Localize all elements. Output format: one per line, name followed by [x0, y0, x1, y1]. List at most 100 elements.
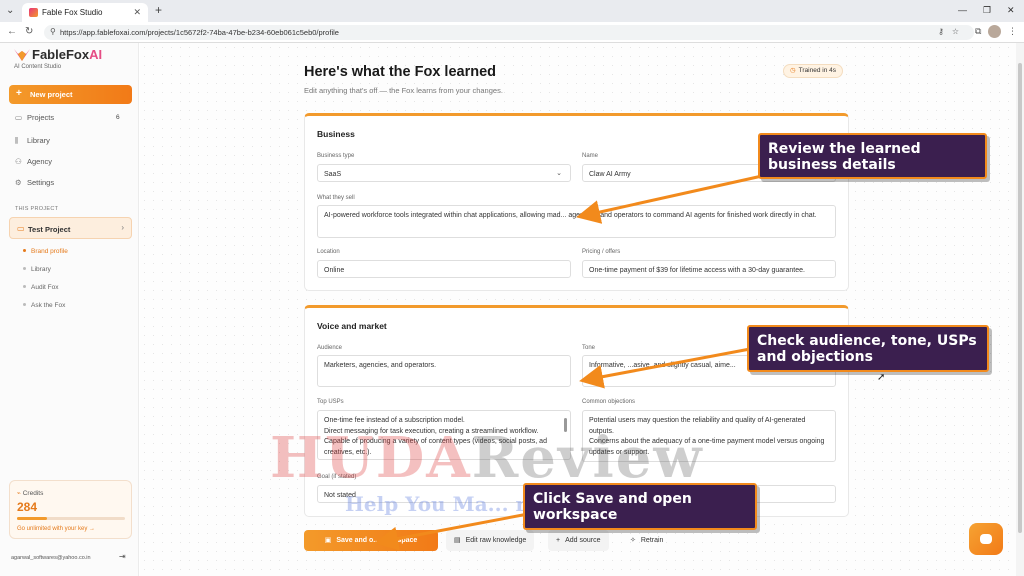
name-value: Claw AI Army [589, 171, 631, 178]
key-icon[interactable]: ⚷ [938, 27, 944, 36]
tab-list-chevron-icon[interactable]: ⌄ [6, 5, 14, 16]
add-source-label: Add source [565, 537, 601, 544]
page-scrollbar[interactable] [1016, 43, 1024, 576]
edit-raw-knowledge-button[interactable]: ▤ Edit raw knowledge [446, 530, 535, 551]
chevron-right-icon: › [121, 223, 124, 232]
folder-icon: ▭ [17, 224, 25, 233]
site-info-icon[interactable]: ⚲ [50, 27, 56, 36]
location-value: Online [324, 267, 345, 274]
business-type-select[interactable]: SaaS ⌄ [317, 164, 571, 182]
watermark-part-b: Review [471, 425, 704, 491]
app-logo[interactable]: FableFoxAI [32, 47, 102, 62]
page-title: Here's what the Fox learned [304, 64, 497, 80]
credits-progress-bar [17, 517, 125, 520]
what-they-sell-field[interactable]: AI-powered workforce tools integrated wi… [317, 205, 836, 238]
fox-logo-icon [14, 49, 30, 61]
sub-item-audit-fox[interactable]: Audit Fox [23, 284, 58, 291]
url-field[interactable]: ⚲ https://app.fablefoxai.com/projects/1c… [44, 25, 974, 40]
section-label: THIS PROJECT [15, 206, 59, 212]
mouse-cursor-icon: ➚ [877, 372, 886, 383]
sidebar-item-label: Settings [27, 178, 55, 187]
restore-icon[interactable]: ❐ [983, 5, 991, 16]
credits-label: ⌁ Credits [17, 489, 43, 497]
sub-item-label: Brand profile [31, 248, 68, 255]
retrain-button[interactable]: ✧ Retrain [622, 530, 671, 551]
sidebar-item-label: Library [27, 136, 50, 145]
what-they-sell-value: AI-powered workforce tools integrated wi… [324, 212, 817, 219]
browser-tab-bar: ⌄ Fable Fox Studio ✕ + — ❐ ✕ [0, 0, 1024, 22]
logo-ai-text: AI [89, 47, 103, 62]
edit-raw-label: Edit raw knowledge [465, 537, 527, 544]
document-icon: ▤ [454, 537, 461, 544]
name-label: Name [582, 153, 599, 159]
extensions-icon[interactable]: ⧉ [975, 26, 981, 37]
tab-title: Fable Fox Studio [42, 8, 103, 17]
credits-value: 284 [17, 500, 38, 514]
sidebar-item-library[interactable]: ⫼ Library [15, 136, 50, 146]
back-icon[interactable]: ← [7, 26, 17, 37]
browser-tab[interactable]: Fable Fox Studio ✕ [22, 3, 148, 22]
profile-avatar[interactable] [988, 25, 1001, 38]
sidebar-item-label: Agency [27, 157, 53, 166]
sub-item-brand-profile[interactable]: Brand profile [23, 248, 68, 255]
library-icon: ⫼ [15, 136, 19, 145]
callout-click-save: Click Save and open workspace [523, 483, 757, 530]
folder-icon: ▭ [15, 113, 23, 122]
voice-card-title: Voice and market [317, 321, 387, 331]
sparkle-icon: ✧ [630, 537, 636, 544]
location-field[interactable]: Online [317, 260, 571, 278]
watermark-part-a: HUDA [270, 425, 472, 491]
scrollbar-thumb[interactable] [1018, 63, 1022, 533]
save-open-workspace-button[interactable]: ▣ Save and o... workspace [304, 530, 438, 551]
close-tab-icon[interactable]: ✕ [133, 7, 141, 18]
logout-icon[interactable]: ⇥ [119, 552, 126, 561]
bookmark-star-icon[interactable]: ☆ [952, 27, 959, 36]
sub-item-label: Audit Fox [31, 284, 59, 291]
chat-button[interactable] [969, 523, 1003, 555]
save-button-label: Save and o... workspace [336, 537, 418, 544]
go-unlimited-link[interactable]: Go unlimited with your key → [17, 526, 95, 532]
business-card-title: Business [317, 129, 355, 139]
audience-value: Marketers, agencies, and operators. [324, 362, 437, 369]
new-tab-icon[interactable]: + [155, 3, 162, 17]
reload-icon[interactable]: ↻ [25, 26, 33, 37]
sub-item-ask-the-fox[interactable]: Ask the Fox [23, 302, 65, 309]
page-subtitle: Edit anything that's off — the Fox learn… [304, 86, 503, 95]
sub-item-label: Library [31, 266, 51, 273]
credits-progress-fill [17, 517, 48, 520]
sidebar-item-agency[interactable]: ⚇ Agency [15, 157, 52, 166]
new-project-button[interactable]: + New project [9, 85, 132, 104]
sub-item-label: Ask the Fox [31, 302, 66, 309]
audience-field[interactable]: Marketers, agencies, and operators. [317, 355, 571, 387]
tone-value: Informative, ...asive, and slightly casu… [589, 362, 736, 369]
logo-text: FableFox [32, 47, 90, 62]
chat-bubble-icon [980, 534, 992, 544]
credits-card: ⌁ Credits 284 Go unlimited with your key… [9, 480, 132, 539]
add-source-button[interactable]: + Add source [548, 530, 609, 551]
browser-menu-icon[interactable]: ⋮ [1008, 26, 1017, 37]
close-window-icon[interactable]: ✕ [1007, 5, 1015, 16]
sidebar-item-settings[interactable]: ⚙ Settings [15, 178, 54, 187]
business-type-label: Business type [317, 153, 355, 159]
current-project[interactable]: ▭ Test Project › [9, 217, 132, 239]
project-name: Test Project [28, 225, 71, 234]
clock-icon: ◷ [790, 67, 796, 74]
usps-label: Top USPs [317, 399, 344, 405]
plus-icon: + [16, 88, 22, 99]
save-icon: ▣ [324, 537, 332, 544]
tone-label: Tone [582, 345, 596, 351]
trained-badge: ◷ Trained in 4s [783, 64, 844, 78]
credits-label-text: Credits [22, 490, 44, 497]
what-they-sell-label: What they sell [317, 195, 355, 201]
watermark-logo: HUDAReview [270, 425, 704, 491]
sidebar-item-label: Projects [27, 113, 55, 122]
trained-badge-text: Trained in 4s [798, 67, 837, 74]
url-text: https://app.fablefoxai.com/projects/1c56… [60, 28, 339, 37]
minimize-icon[interactable]: — [958, 5, 967, 15]
sub-item-library[interactable]: Library [23, 266, 51, 273]
pricing-field[interactable]: One-time payment of $39 for lifetime acc… [582, 260, 836, 278]
objections-label: Common objections [582, 399, 636, 405]
sidebar-item-projects[interactable]: ▭ Projects [15, 113, 54, 122]
agency-icon: ⚇ [15, 157, 22, 166]
business-type-value: SaaS [324, 171, 342, 178]
